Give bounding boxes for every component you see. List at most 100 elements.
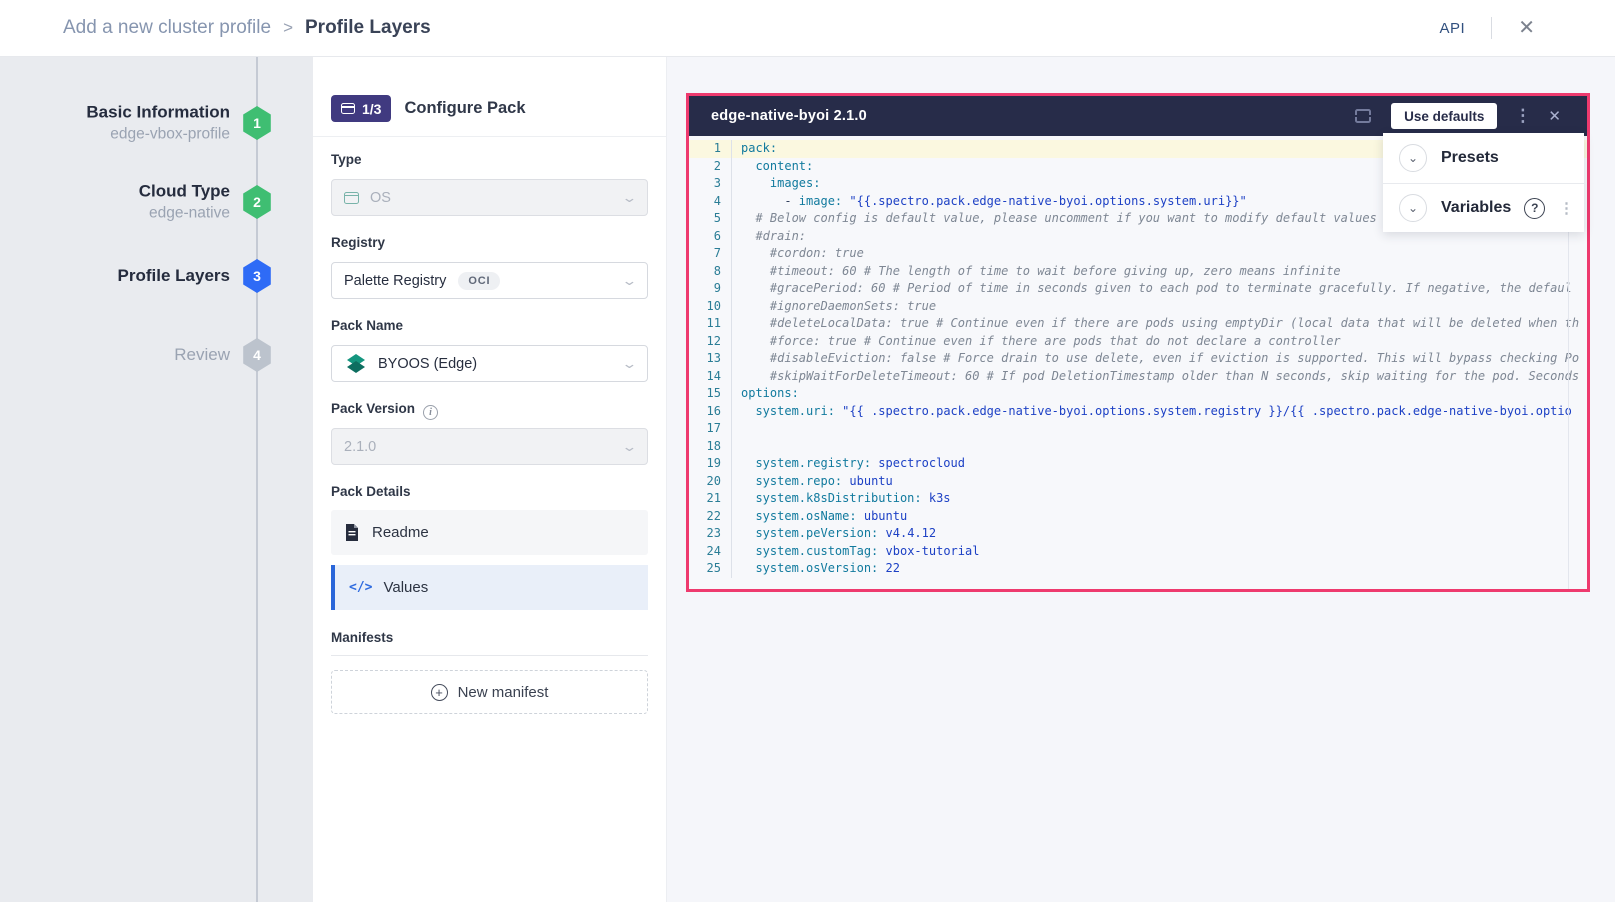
values-tab-label: Values bbox=[383, 579, 428, 596]
code-text: system.osName: ubuntu bbox=[732, 508, 907, 526]
api-link[interactable]: API bbox=[1440, 20, 1466, 37]
registry-select[interactable]: Palette Registry OCI ⌄ bbox=[331, 262, 648, 299]
code-text: # Below config is default value, please … bbox=[732, 210, 1377, 228]
values-tab[interactable]: </> Values bbox=[331, 565, 648, 610]
presets-variables-panel: ⌄ Presets ⌄ Variables ? ⋮ bbox=[1383, 133, 1584, 232]
document-icon bbox=[345, 524, 359, 541]
line-number: 10 bbox=[689, 298, 732, 316]
step-number-badge: 1 bbox=[242, 106, 272, 140]
code-text: system.registry: spectrocloud bbox=[732, 455, 965, 473]
pack-step-count: 1/3 bbox=[362, 101, 381, 117]
step-profile-layers[interactable]: Profile Layers 3 bbox=[0, 253, 313, 299]
line-number: 25 bbox=[689, 560, 732, 578]
step-review[interactable]: Review 4 bbox=[0, 332, 313, 378]
code-text: #deleteLocalData: true # Continue even i… bbox=[732, 315, 1579, 333]
close-icon[interactable]: ✕ bbox=[1518, 18, 1535, 38]
os-icon bbox=[344, 192, 359, 204]
breadcrumb: Add a new cluster profile > Profile Laye… bbox=[63, 17, 431, 39]
code-line[interactable]: 10 #ignoreDaemonSets: true bbox=[689, 298, 1587, 316]
code-line[interactable]: 9 #gracePeriod: 60 # Period of time in s… bbox=[689, 280, 1587, 298]
registry-value: Palette Registry bbox=[344, 273, 446, 289]
step-number-badge: 4 bbox=[242, 338, 272, 372]
line-number: 24 bbox=[689, 543, 732, 561]
code-line[interactable]: 22 system.osName: ubuntu bbox=[689, 508, 1587, 526]
code-text: system.repo: ubuntu bbox=[732, 473, 893, 491]
pack-step-badge: 1/3 bbox=[331, 95, 391, 122]
panel-divider bbox=[313, 136, 666, 137]
page-title: Profile Layers bbox=[305, 17, 431, 39]
code-line[interactable]: 19 system.registry: spectrocloud bbox=[689, 455, 1587, 473]
pack-version-label: Pack Version i bbox=[331, 401, 438, 420]
line-number: 17 bbox=[689, 420, 732, 438]
code-text: content: bbox=[732, 158, 813, 176]
line-number: 15 bbox=[689, 385, 732, 403]
line-number: 16 bbox=[689, 403, 732, 421]
new-manifest-button[interactable]: + New manifest bbox=[331, 670, 648, 714]
code-line[interactable]: 21 system.k8sDistribution: k3s bbox=[689, 490, 1587, 508]
pack-version-select[interactable]: 2.1.0 ⌄ bbox=[331, 428, 648, 465]
variables-label: Variables bbox=[1441, 199, 1511, 217]
code-line[interactable]: 18 bbox=[689, 438, 1587, 456]
code-line[interactable]: 13 #disableEviction: false # Force drain… bbox=[689, 350, 1587, 368]
line-number: 13 bbox=[689, 350, 732, 368]
info-icon[interactable]: i bbox=[423, 405, 438, 420]
code-line[interactable]: 25 system.osVersion: 22 bbox=[689, 560, 1587, 578]
code-text: system.k8sDistribution: k3s bbox=[732, 490, 951, 508]
pack-name-label: Pack Name bbox=[331, 318, 403, 333]
step-basic-information[interactable]: Basic Information edge-vbox-profile 1 bbox=[0, 93, 313, 153]
line-number: 12 bbox=[689, 333, 732, 351]
line-number: 8 bbox=[689, 263, 732, 281]
chevron-down-icon: ⌄ bbox=[621, 273, 637, 289]
configure-pack-panel: 1/3 Configure Pack Type OS ⌄ Registry Pa… bbox=[313, 57, 667, 902]
code-line[interactable]: 12 #force: true # Continue even if there… bbox=[689, 333, 1587, 351]
registry-label: Registry bbox=[331, 235, 385, 250]
step-number-badge: 2 bbox=[242, 185, 272, 219]
step-cloud-type[interactable]: Cloud Type edge-native 2 bbox=[0, 172, 313, 232]
code-text: pack: bbox=[732, 140, 777, 158]
code-line[interactable]: 11 #deleteLocalData: true # Continue eve… bbox=[689, 315, 1587, 333]
code-line[interactable]: 8 #timeout: 60 # The length of time to w… bbox=[689, 263, 1587, 281]
step-label: Profile Layers bbox=[118, 265, 230, 287]
chevron-down-icon: ⌄ bbox=[621, 190, 637, 206]
readme-tab[interactable]: Readme bbox=[331, 510, 648, 555]
variables-row[interactable]: ⌄ Variables ? ⋮ bbox=[1383, 183, 1584, 232]
line-number: 1 bbox=[689, 140, 732, 158]
code-line[interactable]: 16 system.uri: "{{ .spectro.pack.edge-na… bbox=[689, 403, 1587, 421]
breadcrumb-parent-link[interactable]: Add a new cluster profile bbox=[63, 17, 271, 39]
byoos-pack-icon bbox=[344, 352, 368, 376]
line-number: 2 bbox=[689, 158, 732, 176]
code-text: system.peVersion: v4.4.12 bbox=[732, 525, 936, 543]
code-line[interactable]: 15options: bbox=[689, 385, 1587, 403]
chevron-down-icon[interactable]: ⌄ bbox=[1399, 194, 1427, 222]
use-defaults-button[interactable]: Use defaults bbox=[1391, 103, 1497, 129]
presets-row[interactable]: ⌄ Presets bbox=[1383, 133, 1584, 183]
code-text: - image: "{{.spectro.pack.edge-native-by… bbox=[732, 193, 1247, 211]
plus-icon: + bbox=[431, 684, 448, 701]
line-number: 7 bbox=[689, 245, 732, 263]
kebab-menu-icon[interactable]: ⋮ bbox=[1559, 199, 1574, 217]
diff-compare-icon[interactable] bbox=[1352, 107, 1374, 125]
code-text: system.uri: "{{ .spectro.pack.edge-nativ… bbox=[732, 403, 1572, 421]
configure-pack-title: Configure Pack bbox=[404, 99, 525, 118]
code-line[interactable]: 23 system.peVersion: v4.4.12 bbox=[689, 525, 1587, 543]
code-line[interactable]: 24 system.customTag: vbox-tutorial bbox=[689, 543, 1587, 561]
code-line[interactable]: 20 system.repo: ubuntu bbox=[689, 473, 1587, 491]
code-line[interactable]: 17 bbox=[689, 420, 1587, 438]
manifests-label: Manifests bbox=[331, 630, 393, 645]
editor-close-icon[interactable]: ✕ bbox=[1548, 107, 1561, 125]
code-icon: </> bbox=[349, 580, 372, 595]
step-sublabel: edge-vbox-profile bbox=[86, 124, 230, 145]
type-value: OS bbox=[370, 190, 391, 206]
code-text: system.customTag: vbox-tutorial bbox=[732, 543, 979, 561]
chevron-down-icon[interactable]: ⌄ bbox=[1399, 144, 1427, 172]
kebab-menu-icon[interactable]: ⋮ bbox=[1514, 106, 1531, 126]
code-line[interactable]: 7 #cordon: true bbox=[689, 245, 1587, 263]
pack-name-select[interactable]: BYOOS (Edge) ⌄ bbox=[331, 345, 648, 382]
line-number: 11 bbox=[689, 315, 732, 333]
pack-version-label-text: Pack Version bbox=[331, 401, 415, 416]
code-line[interactable]: 14 #skipWaitForDeleteTimeout: 60 # If po… bbox=[689, 368, 1587, 386]
line-number: 14 bbox=[689, 368, 732, 386]
help-icon[interactable]: ? bbox=[1524, 198, 1545, 219]
type-select[interactable]: OS ⌄ bbox=[331, 179, 648, 216]
line-number: 5 bbox=[689, 210, 732, 228]
